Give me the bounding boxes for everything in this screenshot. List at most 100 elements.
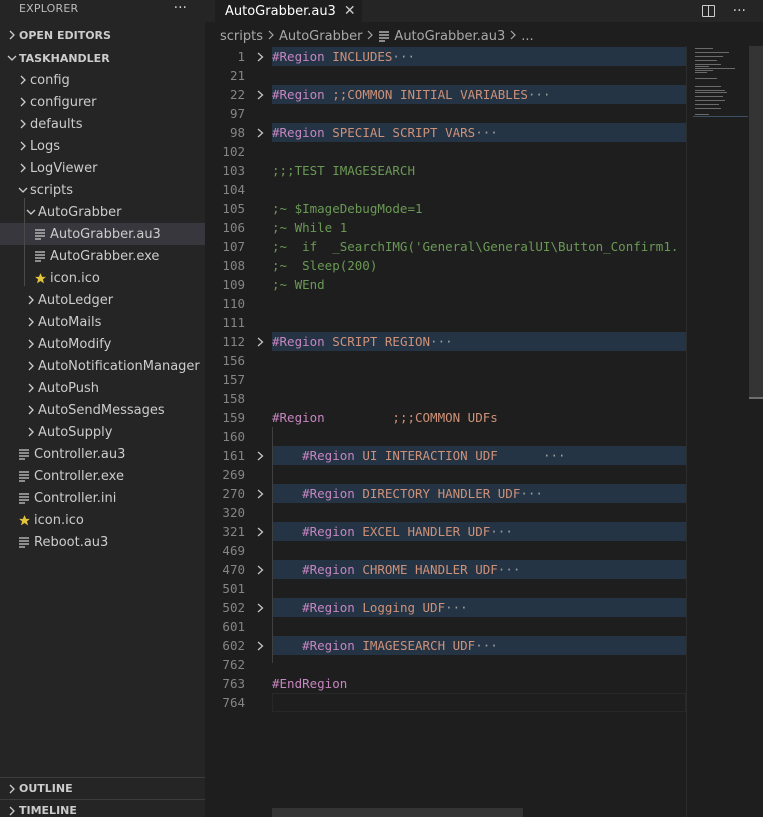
code-line[interactable]: 159 #Region ;;;COMMON UDFs (205, 408, 686, 427)
minimap-line (695, 66, 709, 67)
breadcrumb-scripts[interactable]: scripts (220, 29, 263, 44)
lines-file-icon (32, 250, 48, 262)
tree-item-label: LogViewer (30, 160, 98, 176)
folder-item[interactable]: scripts (0, 179, 205, 201)
code-line[interactable]: 107 ;~ if _SearchIMG('General\GeneralUI\B… (205, 237, 686, 256)
breadcrumb-autograbber[interactable]: AutoGrabber (279, 29, 362, 44)
folder-item[interactable]: AutoSendMessages (0, 399, 205, 421)
code-line[interactable]: 109 ;~ WEnd (205, 275, 686, 294)
code-line[interactable]: 270 #Region DIRECTORY HANDLER UDF ··· (205, 484, 686, 503)
code-line[interactable]: 97 (205, 104, 686, 123)
code-line[interactable]: 601 (205, 617, 686, 636)
code-line[interactable]: 1 #Region INCLUDES ··· (205, 47, 686, 66)
folder-item[interactable]: Logs (0, 135, 205, 157)
folder-item[interactable]: AutoSupply (0, 421, 205, 443)
code-line[interactable]: 602 #Region IMAGESEARCH UDF ··· (205, 636, 686, 655)
file-tree: config configurer defaults Logs LogViewer scr… (0, 69, 205, 553)
fold-chevron-icon[interactable] (256, 636, 265, 655)
code-line[interactable]: 108 ;~ Sleep(200) (205, 256, 686, 275)
breadcrumb-symbols[interactable]: ... (521, 29, 533, 44)
file-item[interactable]: AutoGrabber.exe (0, 245, 205, 267)
minimap[interactable] (686, 46, 749, 817)
code-line[interactable]: 111 (205, 313, 686, 332)
folder-item[interactable]: AutoGrabber (0, 201, 205, 223)
code-line[interactable]: 160 (205, 427, 686, 446)
fold-chevron-icon[interactable] (256, 522, 265, 541)
file-item[interactable]: icon.ico (0, 267, 205, 289)
code-line[interactable]: 102 (205, 142, 686, 161)
fold-chevron-icon[interactable] (256, 85, 265, 104)
fold-chevron-icon[interactable] (256, 598, 265, 617)
horizontal-scrollbar-thumb[interactable] (272, 808, 523, 817)
breadcrumb-file[interactable]: AutoGrabber.au3 (394, 29, 505, 44)
code-line[interactable]: 161 #Region UI INTERACTION UDF ··· (205, 446, 686, 465)
minimap-line (695, 96, 723, 97)
code-line[interactable]: 762 (205, 655, 686, 674)
folder-item[interactable]: AutoMails (0, 311, 205, 333)
code-line[interactable]: 157 (205, 370, 686, 389)
fold-chevron-icon[interactable] (256, 332, 265, 351)
code-token: ··· (490, 524, 513, 539)
code-line[interactable]: 158 (205, 389, 686, 408)
code-line[interactable]: 98 #Region SPECIAL SCRIPT VARS ··· (205, 123, 686, 142)
code-line[interactable]: 22 #Region ;;COMMON INITIAL VARIABLES ··· (205, 85, 686, 104)
project-section[interactable]: TASKHANDLER (0, 47, 205, 69)
tree-item-label: AutoPush (38, 380, 100, 396)
code-line[interactable]: 269 (205, 465, 686, 484)
fold-chevron-icon[interactable] (256, 123, 265, 142)
code-line[interactable]: 104 (205, 180, 686, 199)
fold-chevron-icon[interactable] (256, 47, 265, 66)
code-line[interactable]: 320 (205, 503, 686, 522)
folder-item[interactable]: AutoLedger (0, 289, 205, 311)
code-line[interactable]: 764 (205, 693, 686, 712)
code-line[interactable]: 470 #Region CHROME HANDLER UDF ··· (205, 560, 686, 579)
close-icon[interactable]: ✕ (344, 3, 356, 19)
tree-item-label: AutoSendMessages (38, 402, 165, 418)
file-item[interactable]: Controller.ini (0, 487, 205, 509)
file-item[interactable]: Controller.au3 (0, 443, 205, 465)
code-line[interactable]: 21 (205, 66, 686, 85)
code-line[interactable]: 501 (205, 579, 686, 598)
tab-autograbber[interactable]: AutoGrabber.au3 ✕ (215, 0, 362, 22)
timeline-section[interactable]: TIMELINE (0, 799, 205, 817)
code-line[interactable]: 105 ;~ $ImageDebugMode=1 (205, 199, 686, 218)
folder-item[interactable]: AutoModify (0, 333, 205, 355)
file-item[interactable]: Reboot.au3 (0, 531, 205, 553)
outline-section[interactable]: OUTLINE (0, 777, 205, 799)
folder-item[interactable]: defaults (0, 113, 205, 135)
vertical-scrollbar-thumb[interactable] (749, 46, 763, 398)
code-token: ··· (542, 448, 566, 463)
fold-chevron-icon[interactable] (256, 446, 265, 465)
folder-item[interactable]: AutoPush (0, 377, 205, 399)
folder-item[interactable]: config (0, 69, 205, 91)
code-text: #EndRegion (272, 674, 686, 693)
folder-item[interactable]: LogViewer (0, 157, 205, 179)
code-line[interactable]: 502 #Region Logging UDF ··· (205, 598, 686, 617)
code-token: #EndRegion (272, 676, 348, 691)
more-actions-icon[interactable]: ··· (174, 0, 187, 16)
code-line[interactable]: 469 (205, 541, 686, 560)
chevron-right-icon (16, 97, 30, 107)
code-line[interactable]: 763 #EndRegion (205, 674, 686, 693)
minimap-line (695, 92, 727, 93)
line-number: 161 (222, 448, 245, 463)
file-item[interactable]: icon.ico (0, 509, 205, 531)
file-item[interactable]: AutoGrabber.au3 (0, 223, 205, 245)
code-line[interactable]: 110 (205, 294, 686, 313)
code-line[interactable]: 321 #Region EXCEL HANDLER UDF ··· (205, 522, 686, 541)
folder-item[interactable]: AutoNotificationManager (0, 355, 205, 377)
code-token: ;~ Sleep(200) (272, 258, 378, 273)
code-line[interactable]: 106 ;~ While 1 (205, 218, 686, 237)
file-item[interactable]: Controller.exe (0, 465, 205, 487)
code-line[interactable]: 156 (205, 351, 686, 370)
fold-chevron-icon[interactable] (256, 484, 265, 503)
split-editor-icon[interactable] (701, 5, 715, 17)
folder-item[interactable]: configurer (0, 91, 205, 113)
more-actions-icon[interactable]: ··· (733, 3, 746, 19)
open-editors-section[interactable]: OPEN EDITORS (0, 24, 205, 46)
code-line[interactable]: 112 #Region SCRIPT REGION ··· (205, 332, 686, 351)
code-editor[interactable]: 1 #Region INCLUDES ··· 21 22 #Region ;;COMMON… (205, 46, 686, 817)
fold-chevron-icon[interactable] (256, 560, 265, 579)
code-line[interactable]: 103 ;;;TEST IMAGESEARCH (205, 161, 686, 180)
